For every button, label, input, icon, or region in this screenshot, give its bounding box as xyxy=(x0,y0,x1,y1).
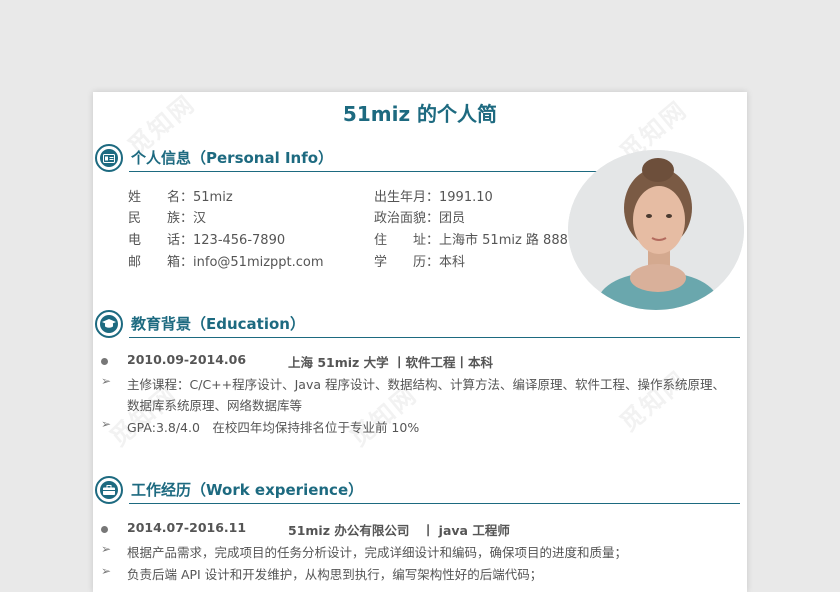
arrow-bullet-icon: ➢ xyxy=(101,417,112,431)
bullet-dot xyxy=(101,526,108,533)
info-phone: 电 话：123-456-7890 xyxy=(128,233,286,248)
section-title: 工作经历（Work experience） xyxy=(131,481,364,499)
section-divider xyxy=(129,337,740,338)
education-entry: 2010.09-2014.06 上海 51miz 大学 丨软件工程丨本科 xyxy=(101,352,721,370)
graduation-cap-icon xyxy=(95,310,123,338)
info-degree: 学 历：本科 xyxy=(374,255,466,270)
resume-page: 觅知网 觅知网 觅知网 觅知网 觅知网 51miz 的个人简 个人信息（Pers… xyxy=(93,92,747,592)
arrow-bullet-icon: ➢ xyxy=(101,374,112,388)
info-address: 住 址：上海市 51miz 路 888 号 xyxy=(374,233,585,248)
list-item: ➢ GPA:3.8/4.0 在校四年均保持排名位于专业前 10% xyxy=(101,417,420,435)
arrow-bullet-icon: ➢ xyxy=(101,542,112,556)
section-work-header: 工作经历（Work experience） xyxy=(95,476,740,504)
section-divider xyxy=(129,171,600,172)
info-email: 邮 箱：info@51mizppt.com xyxy=(128,255,324,270)
info-ethnicity: 民 族：汉 xyxy=(128,211,207,226)
list-item: ➢ 负责后端 API 设计和开发维护，从构思到执行，编写架构性好的后端代码； xyxy=(101,564,543,582)
work-entry: 2014.07-2016.11 51miz 办公有限公司 丨 java 工程师 xyxy=(101,520,721,538)
avatar xyxy=(568,150,744,310)
info-name: 姓 名：51miz xyxy=(128,190,233,205)
section-title: 个人信息（Personal Info） xyxy=(131,149,334,167)
id-card-icon xyxy=(95,144,123,172)
briefcase-icon xyxy=(95,476,123,504)
section-title: 教育背景（Education） xyxy=(131,315,305,333)
info-birth: 出生年月：1991.10 xyxy=(374,190,493,205)
section-education-header: 教育背景（Education） xyxy=(95,310,740,338)
list-item: ➢ 根据产品需求，完成项目的任务分析设计，完成详细设计和编码，确保项目的进度和质… xyxy=(101,542,628,560)
section-divider xyxy=(129,503,740,504)
bullet-dot xyxy=(101,358,108,365)
list-item: ➢ 主修课程：C/C++程序设计、Java 程序设计、数据结构、计算方法、编译原… xyxy=(101,374,725,413)
info-political: 政治面貌：团员 xyxy=(374,211,466,226)
arrow-bullet-icon: ➢ xyxy=(101,564,112,578)
page-title: 51miz 的个人简 xyxy=(342,102,498,126)
